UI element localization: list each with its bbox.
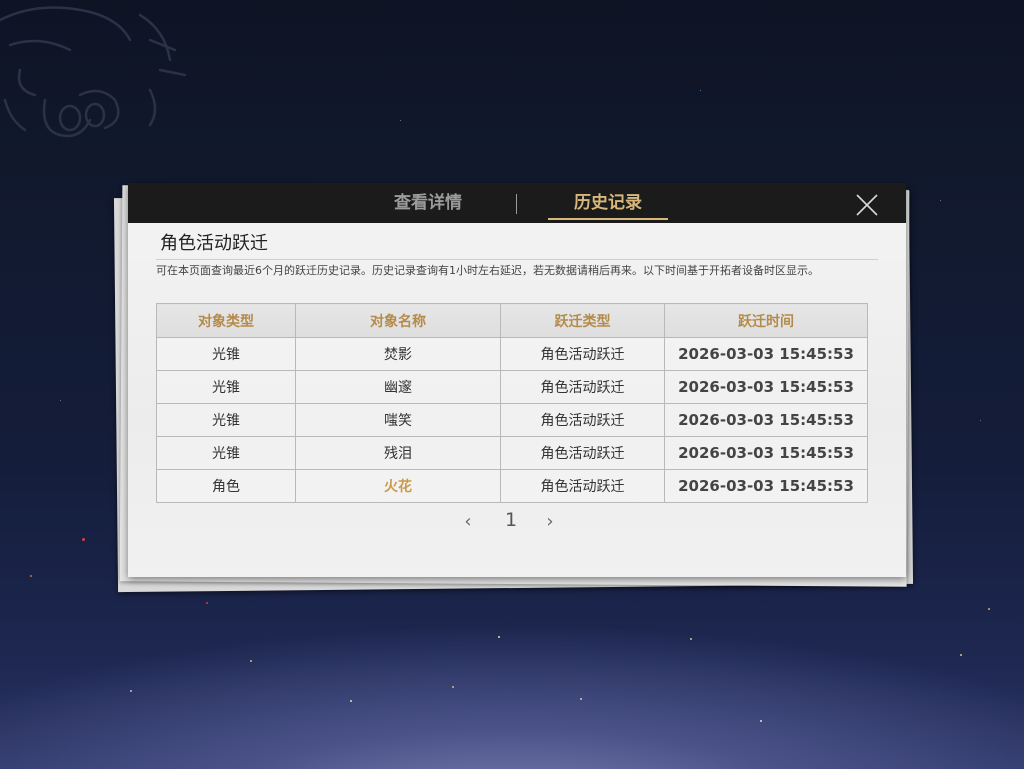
chevron-right-icon[interactable]: › [540, 511, 560, 532]
column-header-warp-time: 跃迁时间 [664, 303, 868, 338]
column-header-item-type: 对象类型 [156, 303, 296, 338]
cell-item-name: 嗤笑 [295, 403, 501, 437]
cell-item-name-highlighted: 火花 [295, 469, 501, 503]
cell-warp-type: 角色活动跃迁 [500, 403, 665, 437]
cell-item-type: 光锥 [156, 436, 296, 470]
table-row: 角色 火花 角色活动跃迁 2026-03-03 15:45:53 [156, 469, 868, 503]
column-header-warp-type: 跃迁类型 [500, 303, 665, 338]
cell-item-type: 角色 [156, 469, 296, 503]
table-header-row: 对象类型 对象名称 跃迁类型 跃迁时间 [156, 303, 868, 338]
tab-view-details[interactable]: 查看详情 [368, 183, 488, 223]
character-doodle-image [0, 6, 187, 138]
table-row: 光锥 焚影 角色活动跃迁 2026-03-03 15:45:53 [156, 337, 868, 371]
active-tab-indicator [548, 218, 668, 220]
page-title: 角色活动跃迁 [160, 233, 268, 254]
close-icon[interactable] [853, 191, 881, 219]
tab-bar: 查看详情 历史记录 [128, 183, 906, 223]
cell-warp-type: 角色活动跃迁 [500, 370, 665, 404]
cell-item-type: 光锥 [156, 337, 296, 371]
history-table: 对象类型 对象名称 跃迁类型 跃迁时间 光锥 焚影 角色活动跃迁 2026-03… [156, 303, 868, 503]
cell-item-type: 光锥 [156, 370, 296, 404]
cell-warp-type: 角色活动跃迁 [500, 436, 665, 470]
pagination: ‹ 1 › [458, 509, 568, 533]
cell-item-name: 焚影 [295, 337, 501, 371]
column-header-item-name: 对象名称 [295, 303, 501, 338]
description-text: 可在本页面查询最近6个月的跃迁历史记录。历史记录查询有1小时左右延迟，若无数据请… [156, 264, 819, 277]
tab-divider [516, 194, 517, 214]
current-page-number: 1 [504, 509, 518, 531]
table-row: 光锥 残泪 角色活动跃迁 2026-03-03 15:45:53 [156, 436, 868, 470]
cell-warp-time: 2026-03-03 15:45:53 [664, 403, 868, 437]
cell-item-name: 幽邃 [295, 370, 501, 404]
cell-warp-time: 2026-03-03 15:45:53 [664, 436, 868, 470]
cell-warp-type: 角色活动跃迁 [500, 469, 665, 503]
title-divider [156, 259, 878, 260]
cell-warp-time: 2026-03-03 15:45:53 [664, 469, 868, 503]
cell-warp-time: 2026-03-03 15:45:53 [664, 337, 868, 371]
cell-warp-type: 角色活动跃迁 [500, 337, 665, 371]
chevron-left-icon[interactable]: ‹ [458, 511, 478, 532]
history-panel: 查看详情 历史记录 角色活动跃迁 可在本页面查询最近6个月的跃迁历史记录。历史记… [128, 183, 906, 577]
table-row: 光锥 嗤笑 角色活动跃迁 2026-03-03 15:45:53 [156, 403, 868, 437]
cell-item-name: 残泪 [295, 436, 501, 470]
table-row: 光锥 幽邃 角色活动跃迁 2026-03-03 15:45:53 [156, 370, 868, 404]
tab-history[interactable]: 历史记录 [548, 183, 668, 223]
cell-item-type: 光锥 [156, 403, 296, 437]
cell-warp-time: 2026-03-03 15:45:53 [664, 370, 868, 404]
